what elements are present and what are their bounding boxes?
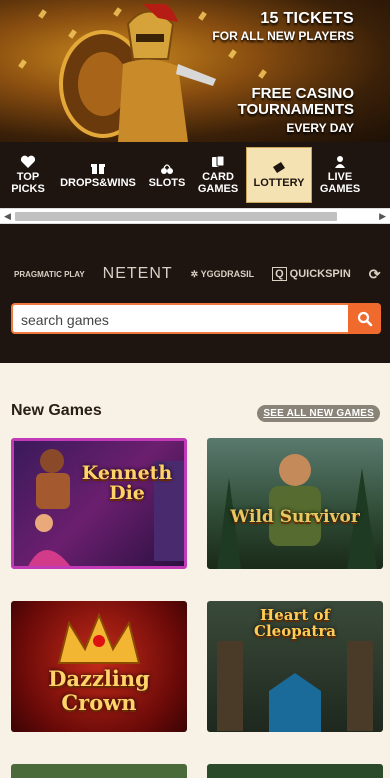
- game-tile-wild-survivor[interactable]: Wild Survivor: [207, 438, 383, 569]
- tab-label: DROPS&WINS: [60, 177, 136, 189]
- provider-netent-logo[interactable]: NETENT: [103, 265, 173, 283]
- quickspin-q-icon: Q: [272, 267, 287, 281]
- game-title: Kenneth Die: [81, 462, 173, 504]
- game-title: Wild Survivor: [230, 507, 360, 527]
- scroll-right-icon[interactable]: ▶: [379, 212, 386, 222]
- promo-banner[interactable]: 15 TICKETS FOR ALL NEW PLAYERS FREE CASI…: [0, 0, 390, 142]
- gift-icon: [91, 164, 105, 174]
- game-tile-partial[interactable]: [207, 764, 383, 778]
- provider-partial-icon: ⟳: [368, 265, 381, 282]
- scroll-left-icon[interactable]: ◀: [4, 212, 11, 222]
- game-tile-partial[interactable]: [11, 764, 187, 778]
- provider-label: QUICKSPIN: [289, 268, 351, 280]
- tab-label: LOTTERY: [253, 177, 305, 189]
- cards-icon: [212, 155, 225, 167]
- heart-icon: [20, 155, 36, 168]
- section-title: New Games: [11, 402, 102, 419]
- tab-label: SLOTS: [148, 177, 186, 189]
- hero-tournaments: FREE CASINO TOURNAMENTS: [237, 85, 354, 118]
- dealer-icon: [335, 156, 345, 168]
- game-title: Heart of Cleopatra: [254, 606, 336, 640]
- search-bar: [11, 303, 381, 334]
- tab-live-games[interactable]: LIVE GAMES: [312, 147, 368, 203]
- tab-top-picks[interactable]: TOP PICKS: [4, 147, 52, 203]
- yggdrasil-tree-icon: ✲: [190, 268, 201, 279]
- tab-drops-wins[interactable]: DROPS&WINS: [52, 147, 144, 203]
- tab-slots[interactable]: SLOTS: [144, 147, 190, 203]
- search-icon: [357, 311, 372, 326]
- provider-yggdrasil-logo[interactable]: ✲ YGGDRASIL: [191, 269, 254, 280]
- gladiator-illustration: [59, 4, 216, 142]
- tab-label: CARD GAMES: [197, 171, 239, 195]
- cherries-icon: [161, 164, 173, 174]
- provider-label: NETENT: [102, 265, 173, 282]
- search-input[interactable]: [21, 311, 341, 328]
- hero-subheadline: FOR ALL NEW PLAYERS: [212, 29, 354, 43]
- kenneth-die-artwork: [28, 449, 184, 566]
- provider-label: PRAGMATIC PLAY: [14, 269, 85, 279]
- ticket-icon: [273, 162, 285, 173]
- game-title: Dazzling Crown: [48, 666, 150, 715]
- game-tile-dazzling-crown[interactable]: Dazzling Crown: [11, 601, 187, 732]
- tab-card-games[interactable]: CARD GAMES: [190, 147, 246, 203]
- scrollbar-thumb[interactable]: [15, 212, 337, 221]
- category-nav: TOP PICKS DROPS&WINS SLOTS CARD GAMES LO…: [0, 142, 390, 208]
- tab-label: TOP PICKS: [11, 171, 45, 195]
- provider-label: YGGDRASIL: [200, 268, 255, 279]
- provider-next-logo-partial[interactable]: ⟳: [369, 266, 381, 283]
- tab-lottery[interactable]: LOTTERY: [246, 147, 312, 203]
- hero-frequency: EVERY DAY: [286, 121, 354, 135]
- search-button[interactable]: [348, 303, 381, 334]
- provider-pragmatic-play-logo[interactable]: PRAGMATIC PLAY: [14, 270, 85, 279]
- game-tile-heart-of-cleopatra[interactable]: Heart of Cleopatra: [207, 601, 383, 732]
- tab-label: LIVE GAMES: [319, 171, 361, 195]
- wild-survivor-artwork: [217, 454, 377, 569]
- providers-bar: PRAGMATIC PLAY NETENT ✲ YGGDRASIL Q QUICK…: [0, 224, 390, 363]
- see-all-new-games-link[interactable]: SEE ALL NEW GAMES: [257, 405, 380, 422]
- category-scrollbar[interactable]: ◀ ▶: [0, 208, 390, 224]
- provider-quickspin-logo[interactable]: Q QUICKSPIN: [272, 267, 351, 281]
- hero-headline: 15 TICKETS: [260, 10, 354, 27]
- game-tile-kenneth-die[interactable]: Kenneth Die: [11, 438, 187, 569]
